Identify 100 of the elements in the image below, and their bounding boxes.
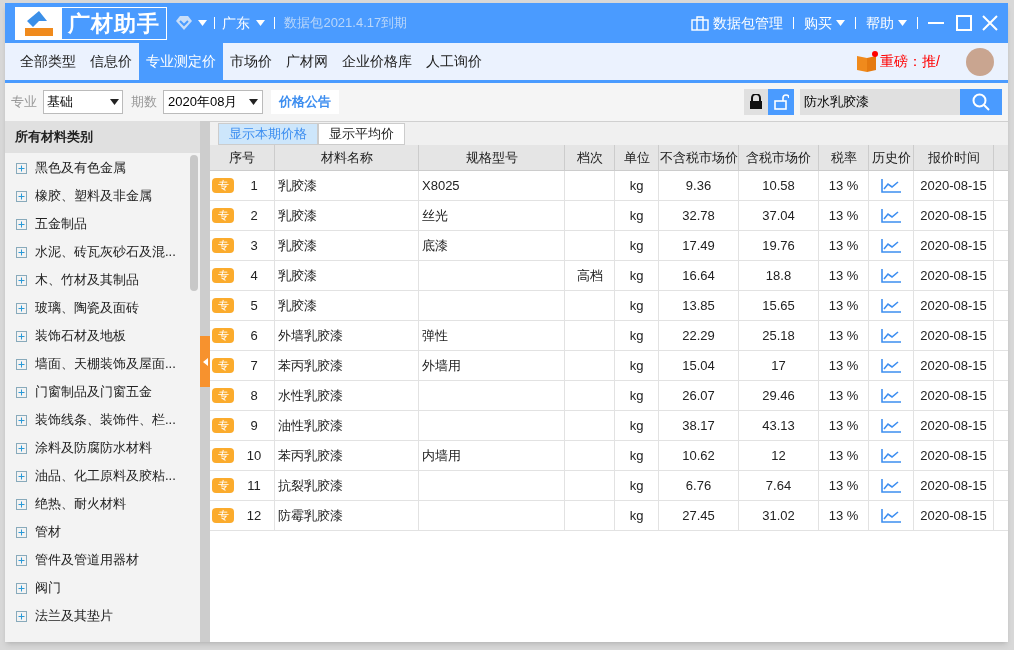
category-item[interactable]: 装饰线条、装饰件、栏... — [5, 406, 190, 434]
diamond-icon[interactable] — [175, 15, 194, 31]
table-cell-text: 2020-08-15 — [920, 446, 987, 465]
expand-icon[interactable] — [16, 442, 27, 454]
search-button[interactable] — [960, 89, 1002, 115]
lock-button[interactable] — [744, 89, 768, 115]
table-cell-text: 13 % — [828, 296, 859, 315]
category-item[interactable]: 涂料及防腐防水材料 — [5, 434, 190, 462]
specialty-badge: 专 — [212, 298, 234, 313]
scrollbar-thumb[interactable] — [190, 155, 198, 291]
expand-icon[interactable] — [16, 554, 27, 566]
table-cell-text: 15.65 — [762, 296, 795, 315]
table-cell-text: 10.58 — [762, 176, 795, 195]
table-cell-text: 2020-08-15 — [920, 476, 987, 495]
expand-icon[interactable] — [16, 386, 27, 398]
table-cell-text: 37.04 — [762, 206, 795, 225]
table-cell-text: 2020-08-15 — [920, 506, 987, 525]
line-chart-icon[interactable] — [881, 448, 901, 463]
promo-text[interactable]: 重磅：推/ — [880, 51, 940, 72]
category-item[interactable]: 水泥、砖瓦灰砂石及混... — [5, 238, 190, 266]
nav-tab[interactable]: 企业价格库 — [335, 43, 419, 80]
view-tab[interactable]: 显示平均价 — [318, 123, 405, 145]
table-cell-text: 2020-08-15 — [920, 326, 987, 345]
table-cell-text: 27.45 — [682, 506, 715, 525]
search-field[interactable]: 防水乳胶漆 — [800, 89, 960, 115]
line-chart-icon[interactable] — [881, 508, 901, 523]
expand-icon[interactable] — [16, 190, 27, 202]
expand-icon[interactable] — [16, 302, 27, 314]
avatar[interactable] — [966, 47, 994, 76]
line-chart-icon[interactable] — [881, 268, 901, 283]
nav-tab[interactable]: 人工询价 — [419, 43, 489, 80]
table-cell-text: 25.18 — [762, 326, 795, 345]
column-header: 序号 — [210, 145, 275, 170]
table-cell-text: 29.46 — [762, 386, 795, 405]
table-cell-text: 38.17 — [682, 416, 715, 435]
book-icon[interactable] — [856, 50, 879, 73]
table-cell-text: kg — [629, 356, 644, 375]
category-item[interactable]: 油品、化工原料及胶粘... — [5, 462, 190, 490]
category-item[interactable]: 绝热、耐火材料 — [5, 490, 190, 518]
line-chart-icon[interactable] — [881, 208, 901, 223]
table-cell-text: 10.62 — [682, 446, 715, 465]
category-item[interactable]: 玻璃、陶瓷及面砖 — [5, 294, 190, 322]
expand-icon[interactable] — [16, 330, 27, 342]
line-chart-icon[interactable] — [881, 328, 901, 343]
expand-icon[interactable] — [16, 498, 27, 510]
category-item[interactable]: 墙面、天棚装饰及屋面... — [5, 350, 190, 378]
expand-icon[interactable] — [16, 470, 27, 482]
expand-icon[interactable] — [16, 218, 27, 230]
specialty-badge: 专 — [212, 238, 234, 253]
line-chart-icon[interactable] — [881, 358, 901, 373]
category-item[interactable]: 木、竹材及其制品 — [5, 266, 190, 294]
table-cell-text: 43.13 — [762, 416, 795, 435]
table-cell-text: 7.64 — [765, 476, 792, 495]
category-item[interactable]: 装饰石材及地板 — [5, 322, 190, 350]
category-item[interactable]: 管材 — [5, 518, 190, 546]
line-chart-icon[interactable] — [881, 388, 901, 403]
close-button[interactable] — [982, 15, 998, 31]
expand-icon[interactable] — [16, 414, 27, 426]
category-item[interactable]: 黑色及有色金属 — [5, 154, 190, 182]
category-item[interactable]: 法兰及其垫片 — [5, 602, 190, 630]
nav-tab[interactable]: 广材网 — [279, 43, 335, 80]
line-chart-icon[interactable] — [881, 418, 901, 433]
table-cell-text: 13 % — [828, 266, 859, 285]
specialty-badge: 专 — [212, 328, 234, 343]
category-item[interactable]: 门窗制品及门窗五金 — [5, 378, 190, 406]
table-cell-text: 13 % — [828, 506, 859, 525]
expand-icon[interactable] — [16, 162, 27, 174]
table-cell-text: 内墙用 — [422, 446, 461, 465]
nav-tab[interactable]: 全部类型 — [13, 43, 83, 80]
nav-tab[interactable]: 市场价 — [223, 43, 279, 80]
line-chart-icon[interactable] — [881, 238, 901, 253]
specialty-dropdown[interactable]: 基础 — [43, 90, 123, 114]
expand-icon[interactable] — [16, 526, 27, 538]
expand-icon[interactable] — [16, 610, 27, 622]
table-cell-text: 弹性 — [422, 326, 448, 345]
column-header: 历史价 — [869, 145, 914, 170]
table-cell-text: 2020-08-15 — [920, 386, 987, 405]
expand-icon[interactable] — [16, 358, 27, 370]
line-chart-icon[interactable] — [881, 178, 901, 193]
collapse-handle[interactable] — [200, 336, 210, 387]
period-dropdown[interactable]: 2020年08月 — [163, 90, 263, 114]
table-cell-text: 19.76 — [762, 236, 795, 255]
column-header: 单位 — [615, 145, 659, 170]
table-cell-text: 乳胶漆 — [278, 266, 317, 285]
table-cell-text: 13 % — [828, 446, 859, 465]
table-cell-text: 乳胶漆 — [278, 206, 317, 225]
expand-icon[interactable] — [16, 246, 27, 258]
category-item[interactable]: 橡胶、塑料及非金属 — [5, 182, 190, 210]
table-cell-text: 13 % — [828, 176, 859, 195]
line-chart-icon[interactable] — [881, 298, 901, 313]
expand-icon[interactable] — [16, 582, 27, 594]
table-cell-text: 苯丙乳胶漆 — [278, 446, 343, 465]
nav-tab[interactable]: 信息价 — [83, 43, 139, 80]
category-item[interactable]: 阀门 — [5, 574, 190, 602]
maximize-button[interactable] — [956, 15, 972, 31]
line-chart-icon[interactable] — [881, 478, 901, 493]
expand-icon[interactable] — [16, 274, 27, 286]
caret-icon — [836, 20, 845, 26]
category-item[interactable]: 管件及管道用器材 — [5, 546, 190, 574]
category-item[interactable]: 五金制品 — [5, 210, 190, 238]
